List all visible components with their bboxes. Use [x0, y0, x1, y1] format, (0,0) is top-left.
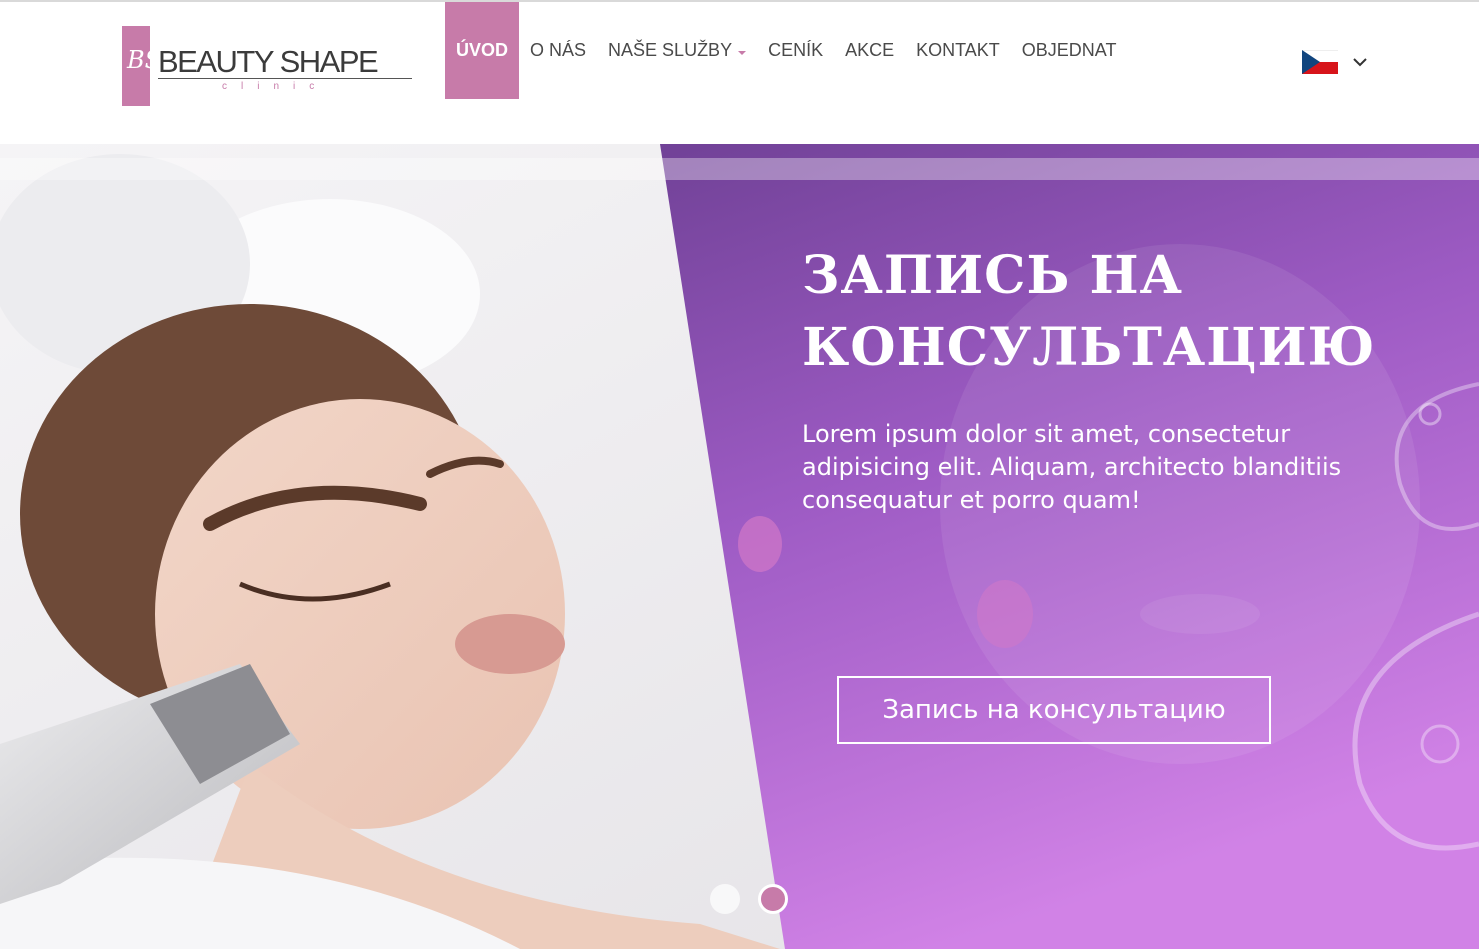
- language-switcher[interactable]: [1302, 50, 1368, 74]
- hero-title: ЗАПИСЬ НА КОНСУЛЬТАЦИЮ: [802, 245, 1376, 378]
- consultation-button[interactable]: Запись на консультацию: [837, 676, 1271, 744]
- hero-top-strip: [0, 158, 1479, 180]
- brand-logo[interactable]: BS BEAUTY SHAPE clinic: [122, 26, 414, 108]
- site-header: BS BEAUTY SHAPE clinic ÚVOD O NÁS NAŠE S…: [0, 2, 1479, 144]
- slide-dot-2[interactable]: [758, 884, 788, 914]
- hero-slider: ЗАПИСЬ НА КОНСУЛЬТАЦИЮ Lorem ipsum dolor…: [0, 144, 1479, 949]
- czech-flag-icon: [1302, 50, 1338, 74]
- nav-item-uvod[interactable]: ÚVOD: [445, 2, 520, 99]
- main-nav: ÚVOD O NÁS NAŠE SLUŽBY CENÍK AKCE KONTAK…: [445, 2, 1127, 99]
- nav-item-cenik[interactable]: CENÍK: [757, 2, 834, 99]
- logo-monogram: BS: [122, 26, 161, 106]
- slider-pagination: [710, 884, 788, 914]
- nav-item-kontakt[interactable]: KONTAKT: [905, 2, 1011, 99]
- logo-subtitle: clinic: [222, 81, 329, 92]
- nav-item-nase-sluzby[interactable]: NAŠE SLUŽBY: [597, 2, 757, 99]
- nav-item-o-nas[interactable]: O NÁS: [519, 2, 597, 99]
- nav-item-objednat[interactable]: OBJEDNAT: [1011, 2, 1128, 99]
- hero-description: Lorem ipsum dolor sit amet, consectetur …: [802, 420, 1342, 514]
- nav-item-akce[interactable]: AKCE: [834, 2, 905, 99]
- logo-divider: [158, 78, 412, 79]
- chevron-down-icon: [1353, 58, 1367, 67]
- slide-dot-1[interactable]: [710, 884, 740, 914]
- logo-wordmark: BEAUTY SHAPE: [158, 44, 379, 79]
- dropdown-caret-icon: [738, 50, 747, 55]
